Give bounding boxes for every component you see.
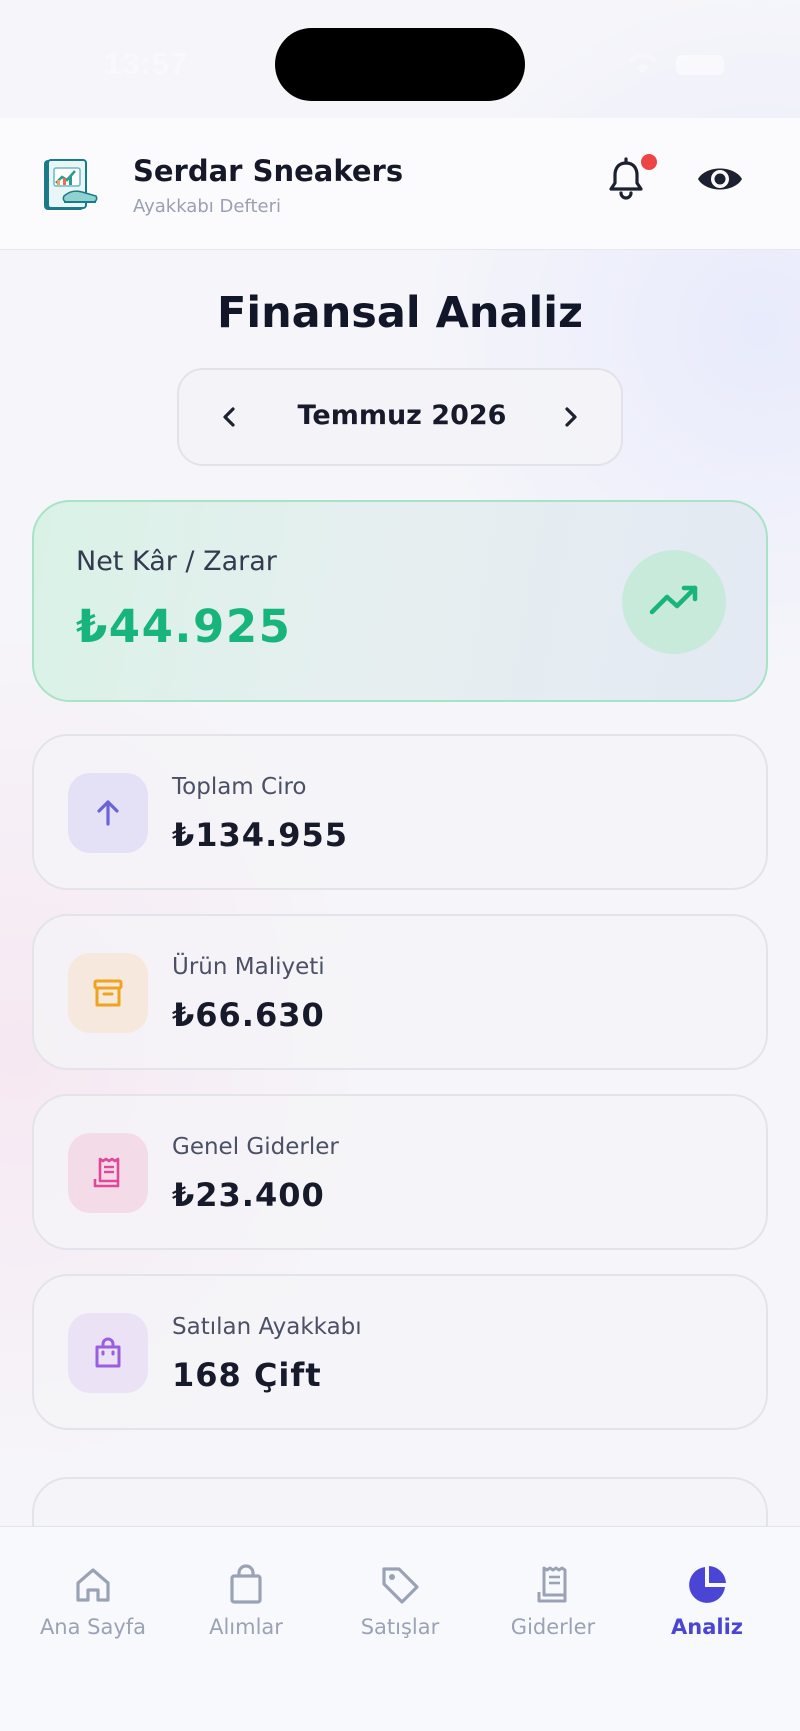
tab-analysis[interactable]: Analiz: [632, 1563, 782, 1653]
stat-value: ₺23.400: [172, 1176, 325, 1214]
stat-icon-box: [68, 1313, 148, 1393]
battery-icon: [676, 55, 724, 75]
app-subtitle: Ayakkabı Defteri: [133, 196, 281, 217]
tab-label: Alımlar: [209, 1615, 283, 1639]
chevron-left-icon[interactable]: [209, 396, 251, 438]
status-time: 13:57: [104, 46, 189, 81]
tab-label: Ana Sayfa: [39, 1615, 147, 1639]
tab-label: Giderler: [510, 1615, 596, 1639]
chevron-right-icon[interactable]: [549, 396, 591, 438]
stat-value: ₺134.955: [172, 816, 349, 854]
receipt-icon: [537, 1566, 567, 1603]
bottom-tab-bar: Ana Sayfa Alımlar Satışlar Giderler Anal…: [0, 1526, 800, 1731]
stat-label: Satılan Ayakkabı: [172, 1314, 362, 1340]
tab-expenses[interactable]: Giderler: [478, 1563, 628, 1653]
tab-label: Satışlar: [360, 1615, 440, 1639]
tab-sales[interactable]: Satışlar: [325, 1563, 475, 1653]
archive-box-icon: [93, 979, 123, 1007]
trend-badge: [622, 550, 726, 654]
stat-icon-box: [68, 773, 148, 853]
stat-card-general-expenses[interactable]: Genel Giderler ₺23.400: [32, 1094, 768, 1250]
stat-card-product-cost[interactable]: Ürün Maliyeti ₺66.630: [32, 914, 768, 1070]
tab-purchases[interactable]: Alımlar: [171, 1563, 321, 1653]
trending-up-icon: [649, 585, 698, 615]
home-icon: [76, 1568, 110, 1602]
receipt-icon: [93, 1157, 120, 1188]
stat-label: Ürün Maliyeti: [172, 954, 325, 980]
app-header: Serdar Sneakers Ayakkabı Defteri: [0, 118, 800, 250]
page-title: Finansal Analiz: [216, 288, 584, 338]
app-logo-icon: [44, 159, 98, 210]
tab-label: Analiz: [671, 1615, 743, 1639]
stat-card-revenue[interactable]: Toplam Ciro ₺134.955: [32, 734, 768, 890]
stat-value: ₺66.630: [172, 996, 325, 1034]
shopping-bag-icon: [95, 1337, 121, 1368]
stat-card-sold-shoes[interactable]: Satılan Ayakkabı 168 Çift: [32, 1274, 768, 1430]
dynamic-island: [275, 28, 525, 101]
notification-dot: [641, 154, 657, 170]
stat-label: Genel Giderler: [172, 1134, 339, 1160]
bag-icon: [230, 1564, 262, 1604]
month-picker: Temmuz 2026: [177, 368, 623, 466]
stat-icon-box: [68, 953, 148, 1033]
net-profit-label: Net Kâr / Zarar: [76, 546, 277, 577]
stat-icon-box: [68, 1133, 148, 1213]
stat-value: 168 Çift: [172, 1356, 322, 1394]
tag-icon: [382, 1567, 419, 1604]
stat-label: Toplam Ciro: [172, 774, 307, 800]
wifi-icon: [628, 53, 658, 74]
net-profit-card[interactable]: Net Kâr / Zarar ₺44.925: [32, 500, 768, 702]
arrow-up-icon: [97, 800, 119, 826]
tab-home[interactable]: Ana Sayfa: [18, 1563, 168, 1653]
net-profit-value: ₺44.925: [76, 600, 292, 653]
eye-icon[interactable]: [694, 153, 746, 205]
month-label: Temmuz 2026: [297, 400, 507, 431]
pie-chart-icon: [689, 1566, 726, 1603]
app-name: Serdar Sneakers: [133, 154, 404, 188]
